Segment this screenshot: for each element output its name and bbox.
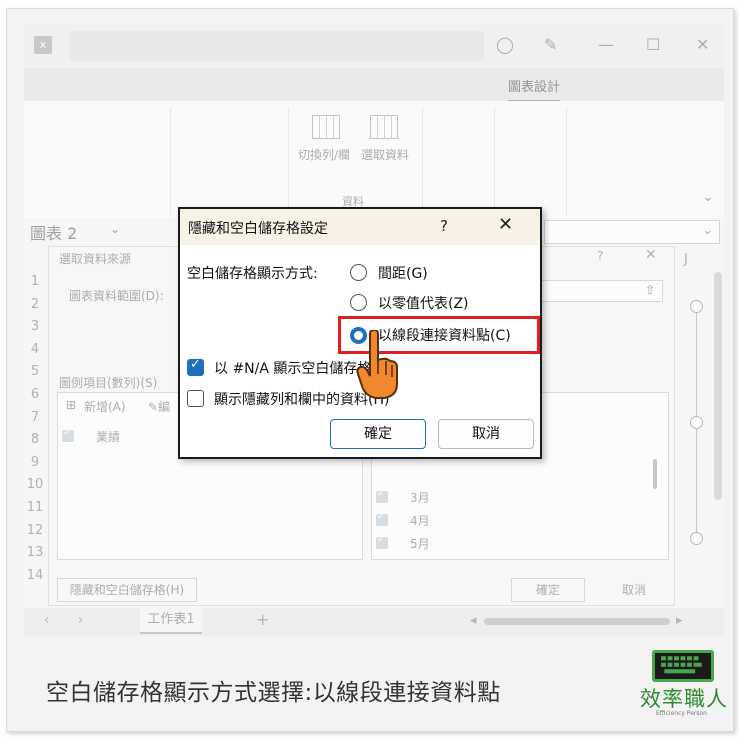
switch-row-column-button[interactable]: 切換列/欄 — [298, 146, 350, 163]
sheet-tab[interactable]: 工作表1 — [140, 608, 202, 634]
keyboard-logo-icon — [652, 650, 714, 682]
add-series-button[interactable]: 新增(A) — [84, 398, 126, 415]
row-number: 13 — [26, 545, 44, 561]
axis-item-checkbox[interactable] — [376, 511, 388, 526]
option-gaps-label[interactable]: 間距(G) — [378, 263, 428, 283]
edit-icon: ✎ — [148, 400, 159, 414]
maximize-icon[interactable]: ☐ — [646, 35, 660, 54]
dialog-title: 隱藏和空白儲存格設定 — [188, 221, 328, 237]
excel-icon: x — [34, 36, 52, 54]
row-number: 2 — [30, 296, 40, 312]
ribbon-divider — [422, 107, 423, 215]
switch-row-column-icon — [312, 115, 340, 139]
row-number: 11 — [26, 499, 44, 515]
option-zero-label[interactable]: 以零值代表(Z) — [378, 293, 469, 313]
axis-item[interactable]: 5月 — [410, 535, 430, 552]
pen-icon[interactable]: ✎ — [544, 35, 557, 54]
row-headers: 1 2 3 4 5 6 7 8 9 10 11 12 13 14 — [24, 274, 46, 590]
row-number: 7 — [30, 409, 40, 425]
logo-name: 效率職人 — [640, 687, 728, 711]
legend-entries-label: 圖例項目(數列)(S) — [59, 376, 158, 390]
axis-item[interactable]: 4月 — [410, 512, 430, 529]
dialog-title-bar: 隱藏和空白儲存格設定 ? ✕ — [180, 209, 540, 245]
edit-series-button[interactable]: ✎編 — [148, 398, 170, 415]
close-icon[interactable]: ✕ — [645, 247, 657, 263]
horizontal-scrollbar[interactable] — [484, 618, 670, 625]
ribbon-divider — [170, 107, 171, 215]
row-number: 4 — [30, 341, 40, 357]
row-number: 14 — [26, 567, 44, 583]
empty-cells-prompt: 空白儲存格顯示方式: — [187, 266, 318, 282]
axis-item[interactable]: 3月 — [410, 489, 430, 506]
row-number: 9 — [30, 454, 40, 470]
chart-resize-handle[interactable] — [690, 532, 703, 545]
chevron-down-icon[interactable]: ⌄ — [702, 189, 714, 205]
row-number: 10 — [26, 477, 44, 493]
ok-button[interactable]: 確定 — [330, 419, 426, 449]
tab-chart-design[interactable]: 圖表設計 — [508, 76, 561, 102]
scroll-right-icon[interactable]: › — [78, 613, 83, 628]
row-number: 12 — [26, 522, 44, 538]
axis-item-checkbox[interactable] — [376, 534, 388, 549]
cancel-button[interactable]: 取消 — [597, 578, 671, 602]
name-box-value: 圖表 2 — [30, 224, 78, 243]
cancel-button[interactable]: 取消 — [438, 419, 534, 449]
formula-input[interactable]: ⌄ — [544, 220, 720, 244]
close-icon[interactable]: ✕ — [498, 214, 513, 235]
row-number: 6 — [30, 386, 40, 402]
chevron-down-icon: ⌄ — [110, 222, 121, 236]
screenshot-frame: x ◯ ✎ — ☐ ✕ 圖表設計 切換列/欄 選取資料 資料 ⌄ 圖表 2 ⌄ … — [0, 0, 740, 740]
scroll-left-icon[interactable]: ‹ — [44, 613, 49, 628]
select-data-button[interactable]: 選取資料 — [361, 146, 409, 163]
help-icon[interactable]: ? — [597, 249, 603, 263]
radio-gaps[interactable] — [350, 264, 367, 281]
data-range-label: 圖表資料範圍(D): — [69, 289, 164, 303]
minimize-icon[interactable]: — — [598, 35, 614, 54]
table-icon: ⊞ — [66, 398, 77, 412]
ribbon-divider — [288, 107, 289, 215]
chart-resize-handle[interactable] — [690, 300, 703, 313]
axis-item-checkbox[interactable] — [376, 488, 388, 503]
chevron-down-icon: ⌄ — [702, 223, 713, 238]
sheet-tab-bar: ‹ › 工作表1 + ◂ ▸ — [24, 608, 724, 636]
row-number: 3 — [30, 319, 40, 335]
row-number: 5 — [30, 364, 40, 380]
column-header-j: J — [684, 252, 688, 267]
caption: 空白儲存格顯示方式選擇:以線段連接資料點 — [46, 680, 501, 706]
title-bar: x ◯ ✎ — ☐ ✕ — [24, 24, 724, 68]
checkbox-show-hidden[interactable] — [187, 390, 204, 407]
series-checkbox[interactable] — [62, 427, 74, 442]
scroll-left-icon[interactable]: ◂ — [470, 613, 477, 628]
ribbon-divider — [494, 107, 495, 215]
list-scrollbar[interactable] — [653, 459, 657, 489]
select-source-title: 選取資料來源 — [59, 252, 132, 266]
select-data-icon — [370, 115, 398, 139]
series-item[interactable]: 業績 — [96, 428, 120, 445]
logo-tagline: Efficiency Person — [656, 710, 707, 717]
name-box[interactable]: 圖表 2 ⌄ — [30, 220, 128, 244]
account-icon[interactable]: ◯ — [496, 35, 514, 54]
ribbon-tabs: 圖表設計 — [24, 68, 724, 102]
add-sheet-button[interactable]: + — [256, 610, 269, 629]
search-box[interactable] — [70, 31, 484, 61]
close-window-icon[interactable]: ✕ — [696, 35, 709, 54]
collapse-range-icon[interactable]: ⇧ — [645, 283, 655, 297]
ribbon-divider — [566, 107, 567, 215]
chart-resize-handle[interactable] — [690, 416, 703, 429]
radio-zero[interactable] — [350, 294, 367, 311]
row-number: 1 — [30, 274, 40, 289]
row-number: 8 — [30, 432, 40, 448]
help-icon[interactable]: ? — [440, 217, 448, 235]
checkbox-show-na[interactable] — [187, 357, 204, 376]
edit-series-label: 編 — [158, 400, 171, 414]
ok-button[interactable]: 確定 — [511, 578, 585, 602]
hand-pointer-icon — [356, 330, 398, 399]
scroll-right-icon[interactable]: ▸ — [676, 613, 683, 628]
hidden-empty-cells-button[interactable]: 隱藏和空白儲存格(H) — [57, 578, 197, 602]
vertical-scrollbar[interactable] — [714, 272, 722, 500]
